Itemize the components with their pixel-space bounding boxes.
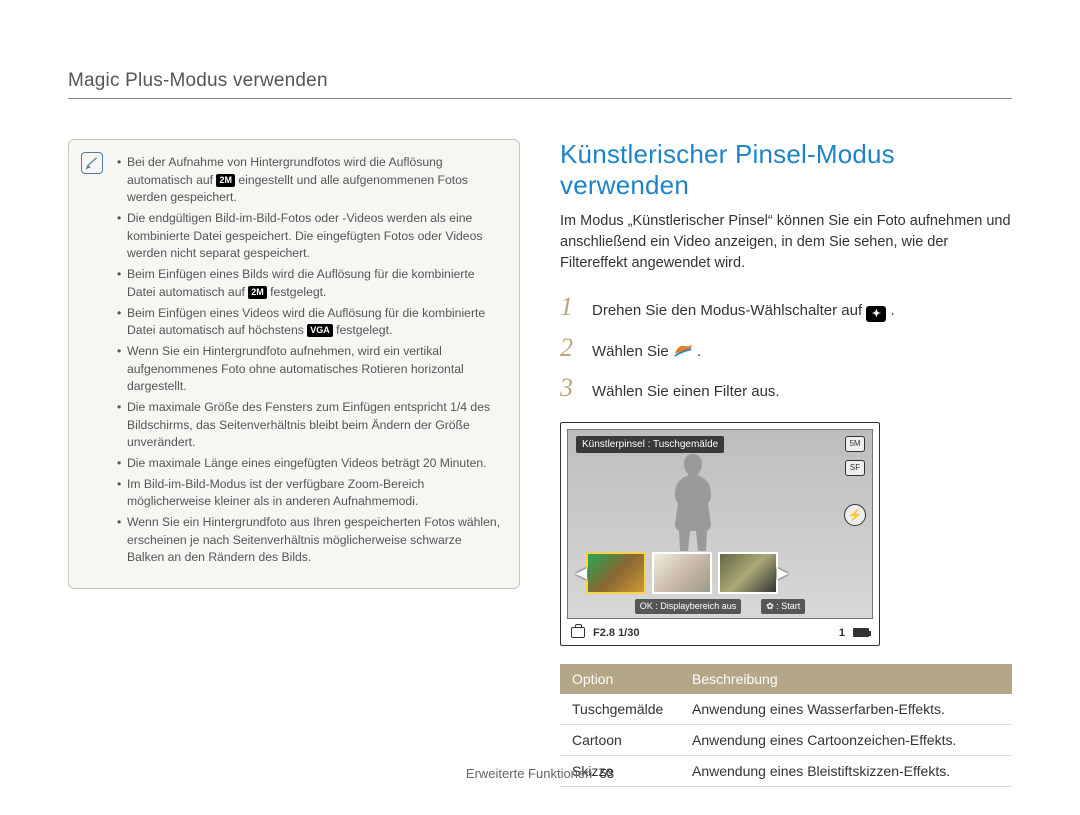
table-row: CartoonAnwendung eines Cartoonzeichen-Ef… <box>560 724 1012 755</box>
cell-description: Anwendung eines Cartoonzeichen-Effekts. <box>680 724 1012 755</box>
note-item: Wenn Sie ein Hintergrundfoto aus Ihren g… <box>117 514 501 567</box>
camera-icon <box>571 627 585 638</box>
artistic-brush-icon <box>673 341 693 357</box>
step: 2 Wählen Sie . <box>560 333 1012 364</box>
step-number: 1 <box>560 292 578 322</box>
exposure-value: F2.8 1/30 <box>593 627 639 639</box>
step-number: 2 <box>560 333 578 363</box>
inline-badge: VGA <box>307 324 333 337</box>
note-item: Die maximale Länge eines eingefügten Vid… <box>117 455 501 473</box>
thumb-1: ◀ <box>586 552 646 594</box>
flash-off-icon: ⚡ <box>844 504 866 526</box>
footer-section: Erweiterte Funktionen <box>466 766 592 781</box>
thumb-2 <box>652 552 712 594</box>
lcd-hint-ok: OK : Displaybereich aus <box>635 599 742 614</box>
step-text: Drehen Sie den Modus-Wählschalter auf ✦ … <box>592 300 895 323</box>
note-icon <box>81 152 103 174</box>
lcd-preview: Künstlerpinsel : Tuschgemälde 5M SF ⚡ ◀ … <box>560 422 880 646</box>
silhouette-graphic <box>663 446 723 556</box>
note-item: Beim Einfügen eines Bilds wird die Auflö… <box>117 266 501 301</box>
right-column: Künstlerischer Pinsel-Modus verwenden Im… <box>560 139 1012 787</box>
battery-icon <box>853 628 869 637</box>
left-column: Bei der Aufnahme von Hintergrundfotos wi… <box>68 139 520 787</box>
filter-thumbnails: ◀ ▶ <box>586 552 778 594</box>
th-description: Beschreibung <box>680 664 1012 694</box>
inline-badge: 2M <box>216 174 235 187</box>
note-item: Wenn Sie ein Hintergrundfoto aufnehmen, … <box>117 343 501 396</box>
resolution-icon: 5M <box>845 436 865 452</box>
mode-dial-icon: ✦ <box>866 306 886 322</box>
shot-count: 1 <box>839 627 845 639</box>
cell-description: Anwendung eines Wasserfarben-Effekts. <box>680 694 1012 725</box>
intro-text: Im Modus „Künstlerischer Pinsel“ können … <box>560 211 1012 274</box>
section-heading: Künstlerischer Pinsel-Modus verwenden <box>560 139 1012 201</box>
inline-badge: 2M <box>248 286 267 299</box>
lcd-status-bar: F2.8 1/30 1 <box>561 625 879 645</box>
lcd-side-icons: 5M SF ⚡ <box>844 436 866 526</box>
step: 1 Drehen Sie den Modus-Wählschalter auf ✦… <box>560 292 1012 323</box>
step-text: Wählen Sie . <box>592 341 701 364</box>
footer-page-number: 53 <box>600 766 614 781</box>
breadcrumb: Magic Plus-Modus verwenden <box>68 70 1012 99</box>
note-item: Beim Einfügen eines Videos wird die Aufl… <box>117 305 501 340</box>
step-number: 3 <box>560 373 578 403</box>
note-item: Bei der Aufnahme von Hintergrundfotos wi… <box>117 154 501 207</box>
note-item: Im Bild-im-Bild-Modus ist der verfügbare… <box>117 476 501 511</box>
note-item: Die maximale Größe des Fensters zum Einf… <box>117 399 501 452</box>
note-box: Bei der Aufnahme von Hintergrundfotos wi… <box>68 139 520 589</box>
step: 3 Wählen Sie einen Filter aus. <box>560 373 1012 404</box>
steps-list: 1 Drehen Sie den Modus-Wählschalter auf ✦… <box>560 292 1012 404</box>
cell-option: Cartoon <box>560 724 680 755</box>
table-row: TuschgemäldeAnwendung eines Wasserfarben… <box>560 694 1012 725</box>
page-footer: Erweiterte Funktionen 53 <box>0 766 1080 781</box>
lcd-bottom-hints: OK : Displaybereich aus ✿ : Start <box>568 599 872 614</box>
thumb-3: ▶ <box>718 552 778 594</box>
step-text: Wählen Sie einen Filter aus. <box>592 381 780 404</box>
sf-icon: SF <box>845 460 865 476</box>
cell-option: Tuschgemälde <box>560 694 680 725</box>
note-item: Die endgültigen Bild-im-Bild-Fotos oder … <box>117 210 501 263</box>
lcd-hint-start: ✿ : Start <box>761 599 805 614</box>
th-option: Option <box>560 664 680 694</box>
